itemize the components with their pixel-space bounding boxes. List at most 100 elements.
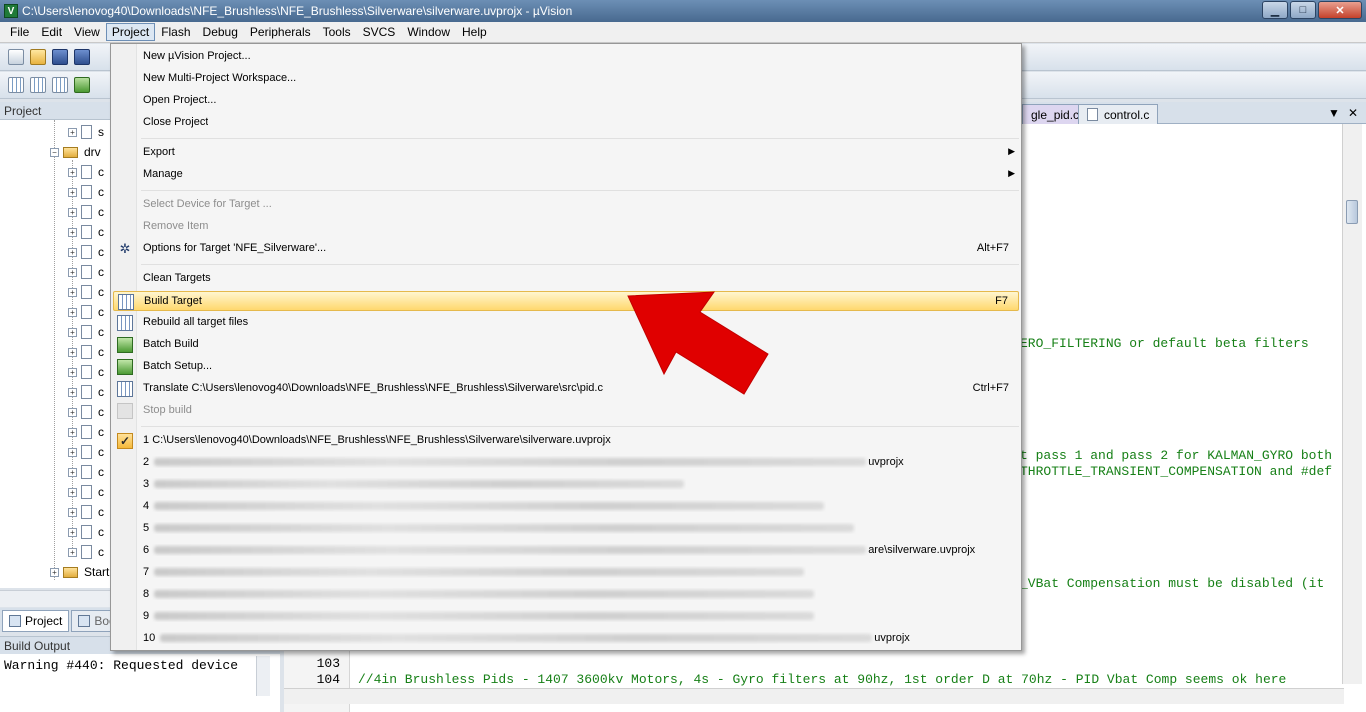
- recent-project-6[interactable]: 6 are\silverware.uvprojx: [113, 541, 1019, 561]
- expand-icon[interactable]: +: [68, 187, 77, 197]
- menu-tools[interactable]: Tools: [317, 23, 357, 41]
- recent-project-2[interactable]: 2 uvprojx: [113, 453, 1019, 473]
- tab-project[interactable]: Project: [2, 610, 70, 632]
- recent-project-9[interactable]: 9: [113, 607, 1019, 627]
- expand-icon[interactable]: +: [68, 407, 77, 417]
- build-output-scrollbar[interactable]: [256, 656, 270, 696]
- expand-icon[interactable]: +: [68, 487, 77, 497]
- menu-file[interactable]: File: [4, 23, 35, 41]
- menu-help[interactable]: Help: [456, 23, 493, 41]
- tree-file-row[interactable]: + c: [68, 422, 104, 442]
- tree-file-row[interactable]: + c: [68, 442, 104, 462]
- expand-icon[interactable]: +: [68, 547, 77, 557]
- menu-svcs[interactable]: SVCS: [357, 23, 402, 41]
- expand-icon[interactable]: +: [68, 527, 77, 537]
- expand-icon[interactable]: +: [50, 567, 59, 577]
- menu-item-clean-targets[interactable]: Clean Targets: [113, 269, 1019, 289]
- menu-item-batch-setup[interactable]: Batch Setup...: [113, 357, 1019, 377]
- tree-file-row[interactable]: + c: [68, 322, 104, 342]
- tree-file-row[interactable]: + c: [68, 242, 104, 262]
- tree-file-row[interactable]: + c: [68, 522, 104, 542]
- tree-file-row[interactable]: + c: [68, 162, 104, 182]
- tree-file-row[interactable]: + c: [68, 282, 104, 302]
- editor-vscrollbar[interactable]: [1342, 124, 1362, 684]
- expand-icon[interactable]: +: [68, 167, 77, 177]
- expand-icon[interactable]: +: [68, 127, 77, 137]
- translate-icon[interactable]: [8, 77, 24, 93]
- menu-item-manage[interactable]: Manage ▶: [113, 165, 1019, 185]
- menu-project[interactable]: Project: [105, 23, 156, 41]
- build-icon[interactable]: [30, 77, 46, 93]
- tree-folder-startup[interactable]: + Start: [50, 562, 109, 582]
- menu-edit[interactable]: Edit: [35, 23, 68, 41]
- menu-item-open-project[interactable]: Open Project...: [113, 91, 1019, 111]
- expand-icon[interactable]: +: [68, 347, 77, 357]
- expand-icon[interactable]: +: [68, 267, 77, 277]
- expand-icon[interactable]: +: [68, 327, 77, 337]
- save-icon[interactable]: [52, 49, 68, 65]
- menu-item-batch-build[interactable]: Batch Build: [113, 335, 1019, 355]
- menu-debug[interactable]: Debug: [197, 23, 244, 41]
- expand-icon[interactable]: +: [68, 207, 77, 217]
- recent-project-3[interactable]: 3: [113, 475, 1019, 495]
- expand-icon[interactable]: +: [68, 467, 77, 477]
- open-folder-icon[interactable]: [30, 49, 46, 65]
- books-tab-icon: [78, 615, 91, 627]
- tab-control-c[interactable]: control.c: [1078, 104, 1159, 124]
- tree-file-row[interactable]: + c: [68, 202, 104, 222]
- expand-icon[interactable]: +: [68, 447, 77, 457]
- maximize-button[interactable]: □: [1290, 1, 1316, 19]
- menu-item-options-for-target[interactable]: ✲ Options for Target 'NFE_Silverware'... A…: [113, 239, 1019, 259]
- tree-file-row[interactable]: + c: [68, 362, 104, 382]
- tree-file-row[interactable]: + c: [68, 342, 104, 362]
- tree-file-row[interactable]: + c: [68, 382, 104, 402]
- recent-project-8[interactable]: 8: [113, 585, 1019, 605]
- recent-project-1[interactable]: ✓ 1 C:\Users\lenovog40\Downloads\NFE_Brus…: [113, 431, 1019, 451]
- tab-list-dropdown-icon[interactable]: ▼: [1328, 106, 1340, 120]
- recent-project-10[interactable]: 10 uvprojx: [113, 629, 1019, 649]
- tree-file-row[interactable]: + s: [68, 122, 104, 142]
- close-button[interactable]: ✕: [1318, 1, 1362, 19]
- menu-item-new-project[interactable]: New µVision Project...: [113, 47, 1019, 67]
- minimize-button[interactable]: ▁: [1262, 1, 1288, 19]
- expand-icon[interactable]: +: [68, 507, 77, 517]
- tree-file-row[interactable]: + c: [68, 302, 104, 322]
- recent-project-4[interactable]: 4: [113, 497, 1019, 517]
- batch-build-icon[interactable]: [74, 77, 90, 93]
- menu-window[interactable]: Window: [401, 23, 456, 41]
- tree-file-row[interactable]: + c: [68, 262, 104, 282]
- expand-icon[interactable]: +: [68, 307, 77, 317]
- tree-file-row[interactable]: + c: [68, 542, 104, 562]
- recent-project-7[interactable]: 7: [113, 563, 1019, 583]
- expand-icon[interactable]: +: [68, 227, 77, 237]
- menu-item-rebuild-all[interactable]: Rebuild all target files: [113, 313, 1019, 333]
- menu-peripherals[interactable]: Peripherals: [244, 23, 317, 41]
- menu-flash[interactable]: Flash: [155, 23, 196, 41]
- tree-file-row[interactable]: + c: [68, 462, 104, 482]
- expand-icon[interactable]: +: [68, 287, 77, 297]
- expand-icon[interactable]: +: [68, 387, 77, 397]
- tree-file-row[interactable]: + c: [68, 222, 104, 242]
- save-all-icon[interactable]: [74, 49, 90, 65]
- menu-item-export[interactable]: Export ▶: [113, 143, 1019, 163]
- expand-icon[interactable]: +: [68, 427, 77, 437]
- rebuild-icon[interactable]: [52, 77, 68, 93]
- editor-hscrollbar[interactable]: [284, 688, 1344, 704]
- tree-file-row[interactable]: + c: [68, 182, 104, 202]
- tree-file-row[interactable]: + c: [68, 402, 104, 422]
- menu-item-new-workspace[interactable]: New Multi-Project Workspace...: [113, 69, 1019, 89]
- expand-icon[interactable]: +: [68, 247, 77, 257]
- menu-item-translate[interactable]: Translate C:\Users\lenovog40\Downloads\N…: [113, 379, 1019, 399]
- collapse-icon[interactable]: −: [50, 147, 59, 157]
- recent-project-5[interactable]: 5: [113, 519, 1019, 539]
- tree-file-row[interactable]: + c: [68, 482, 104, 502]
- expand-icon[interactable]: +: [68, 367, 77, 377]
- menu-item-close-project[interactable]: Close Project: [113, 113, 1019, 133]
- close-tab-icon[interactable]: ✕: [1348, 106, 1358, 120]
- new-file-icon[interactable]: [8, 49, 24, 65]
- menu-item-build-target[interactable]: Build Target F7: [113, 291, 1019, 311]
- tree-folder-drv[interactable]: − drv: [50, 142, 101, 162]
- menu-view[interactable]: View: [68, 23, 106, 41]
- scroll-thumb[interactable]: [1346, 200, 1358, 224]
- tree-file-row[interactable]: + c: [68, 502, 104, 522]
